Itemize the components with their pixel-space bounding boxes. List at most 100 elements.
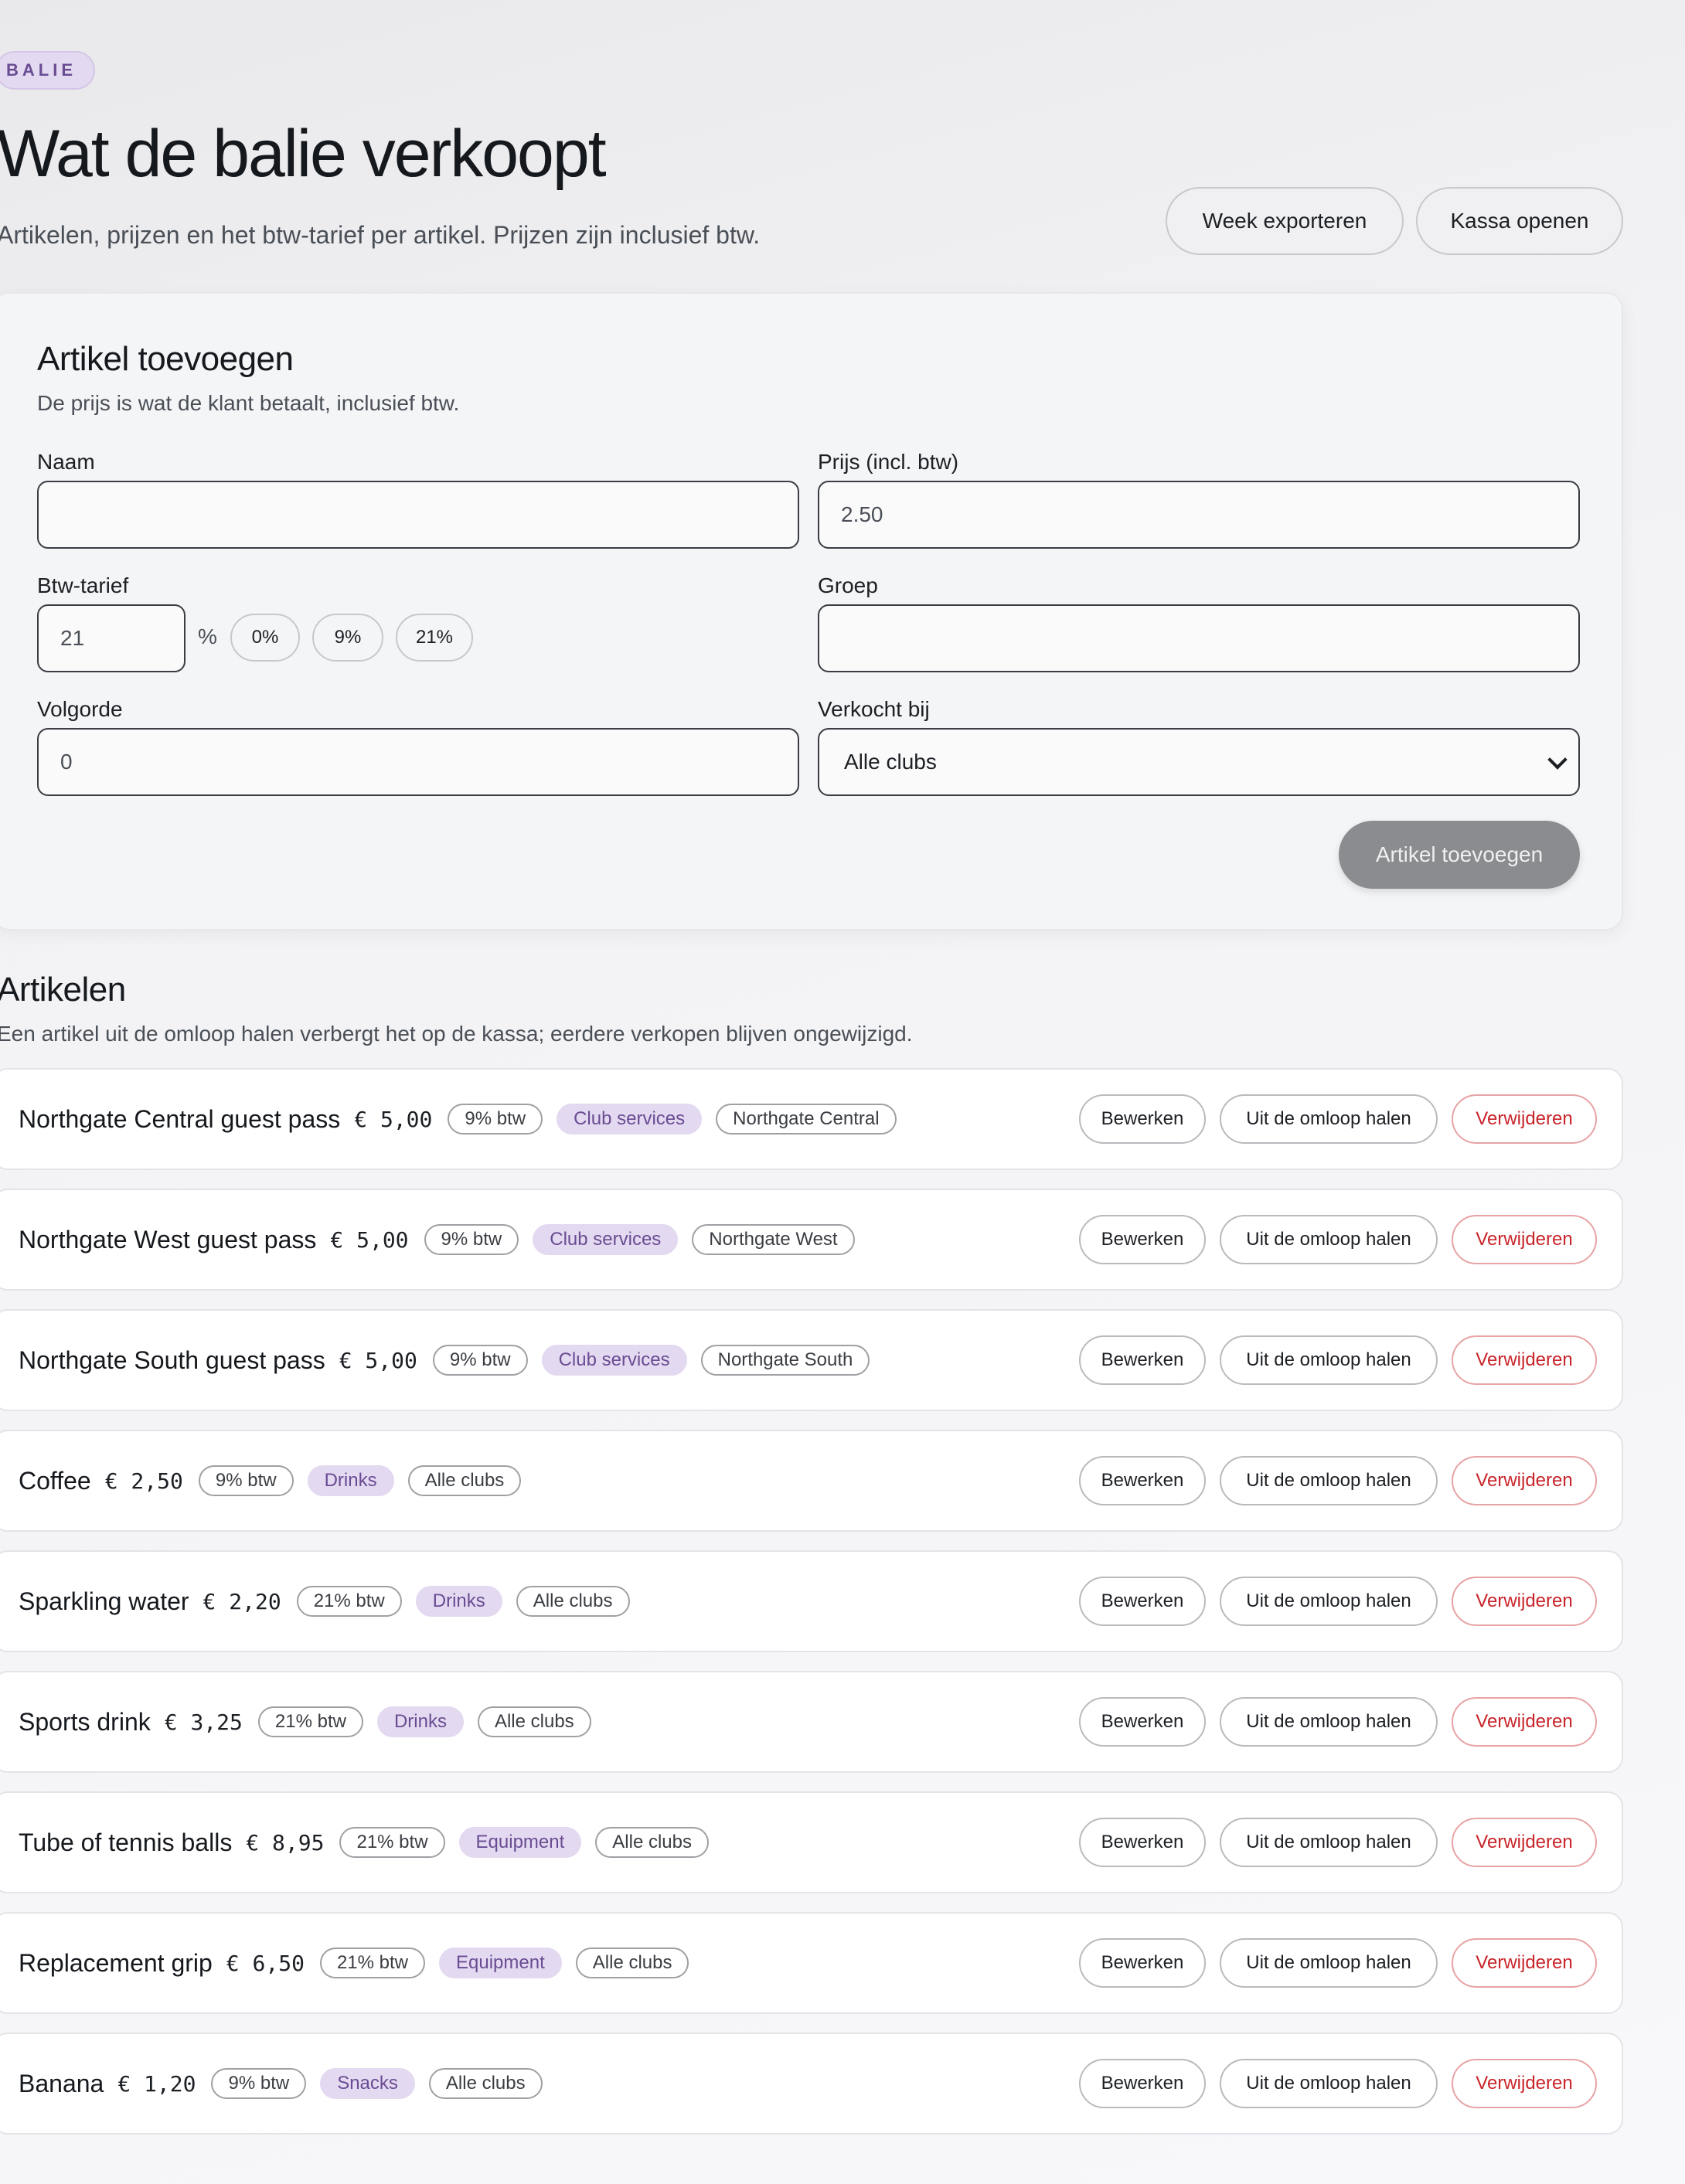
open-register-button[interactable]: Kassa openen xyxy=(1416,187,1623,255)
article-actions: Bewerken Uit de omloop halen Verwijderen xyxy=(1079,1914,1597,2012)
hide-button[interactable]: Uit de omloop halen xyxy=(1220,1456,1438,1505)
group-tag: Club services xyxy=(533,1224,679,1255)
group-label: Groep xyxy=(818,573,878,597)
delete-button[interactable]: Verwijderen xyxy=(1452,1938,1597,1988)
name-input[interactable] xyxy=(37,481,799,549)
article-info: Sports drink € 3,25 21% btw Drinks Alle club… xyxy=(19,1672,591,1771)
article-info: Replacement grip € 6,50 21% btw Equipment Al… xyxy=(19,1914,689,2012)
group-tag: Drinks xyxy=(415,1586,502,1617)
hide-button[interactable]: Uit de omloop halen xyxy=(1220,1577,1438,1626)
hide-button[interactable]: Uit de omloop halen xyxy=(1220,1818,1438,1867)
price-label: Prijs (incl. btw) xyxy=(818,450,959,474)
sold-at-select[interactable]: Alle clubs xyxy=(818,728,1580,796)
list-item: Sparkling water € 2,20 21% btw Drinks Alle c… xyxy=(0,1550,1623,1652)
article-name: Replacement grip xyxy=(19,1948,213,1977)
article-price: € 2,50 xyxy=(104,1468,183,1494)
hide-button[interactable]: Uit de omloop halen xyxy=(1220,1697,1438,1747)
group-tag: Club services xyxy=(541,1345,687,1376)
article-price: € 5,00 xyxy=(339,1347,417,1373)
price-input[interactable]: 2.50 xyxy=(818,481,1580,549)
delete-button[interactable]: Verwijderen xyxy=(1452,1697,1597,1747)
edit-button[interactable]: Bewerken xyxy=(1079,1456,1206,1505)
edit-button[interactable]: Bewerken xyxy=(1079,1335,1206,1385)
hide-button[interactable]: Uit de omloop halen xyxy=(1220,1335,1438,1385)
list-item: Tube of tennis balls € 8,95 21% btw Equipme… xyxy=(0,1791,1623,1893)
club-tag: Alle clubs xyxy=(575,1948,689,1978)
edit-button[interactable]: Bewerken xyxy=(1079,1818,1206,1867)
group-tag: Equipment xyxy=(458,1827,582,1858)
form-subtitle: De prijs is wat de klant betaalt, inclus… xyxy=(37,391,460,415)
vat-tag: 21% btw xyxy=(319,1948,426,1978)
article-actions: Bewerken Uit de omloop halen Verwijderen xyxy=(1079,1793,1597,1892)
article-price: € 5,00 xyxy=(330,1226,409,1253)
hide-button[interactable]: Uit de omloop halen xyxy=(1220,1215,1438,1264)
article-price: € 1,20 xyxy=(117,2070,196,2097)
delete-button[interactable]: Verwijderen xyxy=(1452,1456,1597,1505)
article-info: Coffee € 2,50 9% btw Drinks Alle clubs xyxy=(19,1431,522,1530)
vat-preset-9[interactable]: 9% xyxy=(312,614,383,662)
group-tag: Snacks xyxy=(320,2068,415,2099)
article-info: Northgate South guest pass € 5,00 9% btw Cl… xyxy=(19,1311,870,1410)
article-info: Tube of tennis balls € 8,95 21% btw Equipme… xyxy=(19,1793,709,1892)
article-info: Sparkling water € 2,20 21% btw Drinks Alle c… xyxy=(19,1552,630,1651)
group-tag: Drinks xyxy=(376,1706,464,1737)
article-name: Banana xyxy=(19,2069,104,2097)
club-tag: Northgate South xyxy=(700,1345,870,1376)
edit-button[interactable]: Bewerken xyxy=(1079,1094,1206,1144)
hide-button[interactable]: Uit de omloop halen xyxy=(1220,1094,1438,1144)
article-price: € 5,00 xyxy=(354,1106,433,1132)
edit-button[interactable]: Bewerken xyxy=(1079,1938,1206,1988)
hide-button[interactable]: Uit de omloop halen xyxy=(1220,2059,1438,2108)
page-title: Wat de balie verkoopt xyxy=(0,117,607,191)
article-info: Banana € 1,20 9% btw Snacks Alle clubs xyxy=(19,2034,543,2133)
delete-button[interactable]: Verwijderen xyxy=(1452,1335,1597,1385)
group-tag: Drinks xyxy=(307,1465,394,1496)
article-actions: Bewerken Uit de omloop halen Verwijderen xyxy=(1079,1190,1597,1289)
page: BALIE Wat de balie verkoopt Artikelen, p… xyxy=(0,0,1685,2184)
article-name: Coffee xyxy=(19,1466,91,1495)
article-actions: Bewerken Uit de omloop halen Verwijderen xyxy=(1079,1672,1597,1771)
delete-button[interactable]: Verwijderen xyxy=(1452,1818,1597,1867)
edit-button[interactable]: Bewerken xyxy=(1079,1697,1206,1747)
sold-at-label: Verkocht bij xyxy=(818,697,930,721)
delete-button[interactable]: Verwijderen xyxy=(1452,1094,1597,1144)
add-article-card: Artikel toevoegen De prijs is wat de kla… xyxy=(0,292,1623,930)
list-item: Sports drink € 3,25 21% btw Drinks Alle club… xyxy=(0,1671,1623,1773)
list-item: Replacement grip € 6,50 21% btw Equipment Al… xyxy=(0,1912,1623,2014)
hide-button[interactable]: Uit de omloop halen xyxy=(1220,1938,1438,1988)
delete-button[interactable]: Verwijderen xyxy=(1452,2059,1597,2108)
group-tag: Equipment xyxy=(439,1948,562,1978)
edit-button[interactable]: Bewerken xyxy=(1079,1577,1206,1626)
article-name: Sports drink xyxy=(19,1707,151,1736)
add-article-button[interactable]: Artikel toevoegen xyxy=(1339,821,1580,889)
chevron-down-icon xyxy=(1547,750,1568,770)
delete-button[interactable]: Verwijderen xyxy=(1452,1577,1597,1626)
vat-tag: 21% btw xyxy=(257,1706,363,1737)
order-input[interactable]: 0 xyxy=(37,728,799,796)
article-actions: Bewerken Uit de omloop halen Verwijderen xyxy=(1079,1431,1597,1530)
vat-input[interactable]: 21 xyxy=(37,604,186,672)
vat-unit: % xyxy=(198,624,217,648)
article-price: € 3,25 xyxy=(164,1709,243,1735)
article-info: Northgate West guest pass € 5,00 9% btw Clu… xyxy=(19,1190,855,1289)
export-week-button[interactable]: Week exporteren xyxy=(1166,187,1404,255)
club-tag: Alle clubs xyxy=(428,2068,543,2099)
article-actions: Bewerken Uit de omloop halen Verwijderen xyxy=(1079,1552,1597,1651)
edit-button[interactable]: Bewerken xyxy=(1079,1215,1206,1264)
vat-tag: 21% btw xyxy=(296,1586,402,1617)
club-tag: Northgate West xyxy=(692,1224,855,1255)
vat-preset-0[interactable]: 0% xyxy=(230,614,300,662)
article-info: Northgate Central guest pass € 5,00 9% btw… xyxy=(19,1070,897,1169)
vat-tag: 9% btw xyxy=(211,2068,307,2099)
article-name: Northgate Central guest pass xyxy=(19,1104,341,1133)
vat-preset-21[interactable]: 21% xyxy=(396,614,473,662)
section-badge: BALIE xyxy=(0,51,95,90)
group-input[interactable] xyxy=(818,604,1580,672)
name-label: Naam xyxy=(37,450,95,474)
club-tag: Alle clubs xyxy=(477,1706,591,1737)
article-actions: Bewerken Uit de omloop halen Verwijderen xyxy=(1079,1311,1597,1410)
edit-button[interactable]: Bewerken xyxy=(1079,2059,1206,2108)
page-subtitle: Artikelen, prijzen en het btw-tarief per… xyxy=(0,221,761,249)
delete-button[interactable]: Verwijderen xyxy=(1452,1215,1597,1264)
vat-tag: 9% btw xyxy=(448,1104,543,1135)
